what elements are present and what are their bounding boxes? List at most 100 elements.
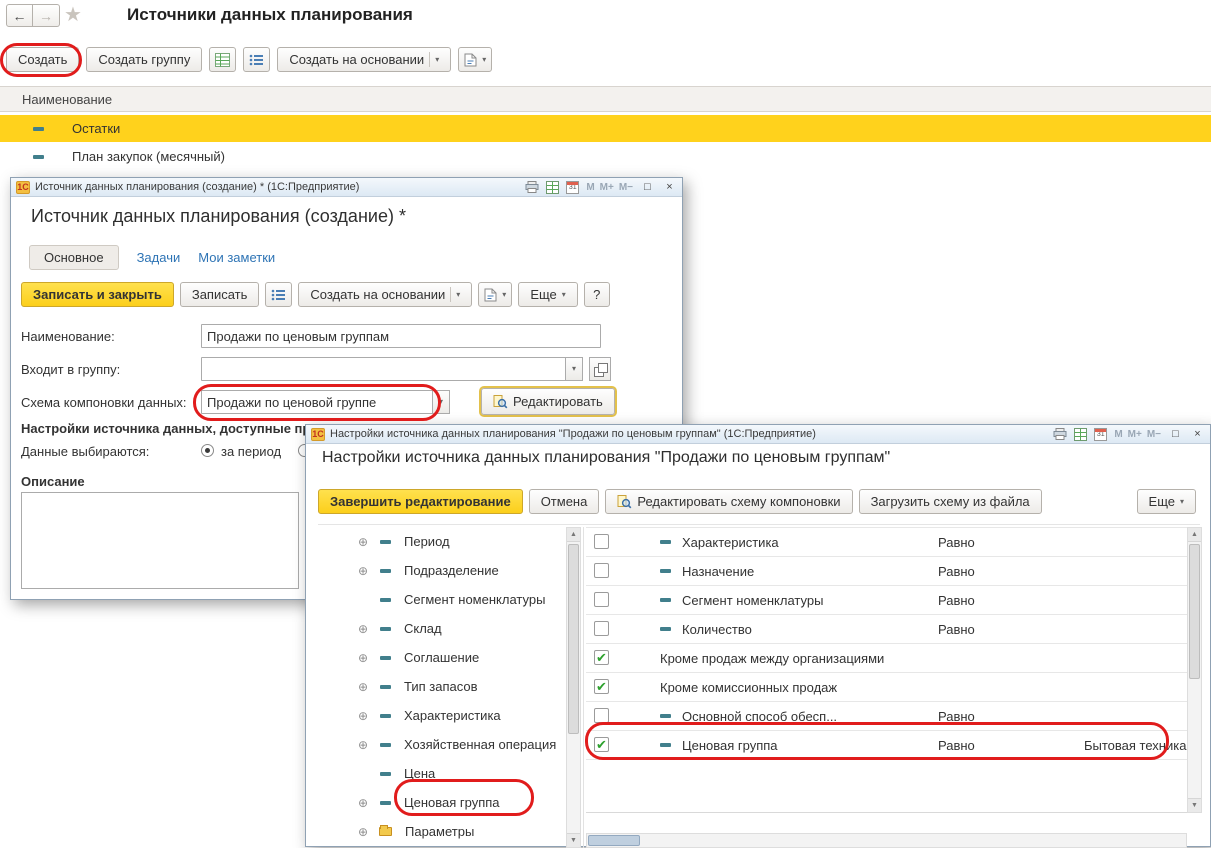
tab-tasks[interactable]: Задачи <box>137 250 181 265</box>
scrollbar-thumb[interactable] <box>1189 544 1200 679</box>
load-scheme-from-file-button[interactable]: Загрузить схему из файла <box>859 489 1042 514</box>
tree-item[interactable]: ⊕ Тип запасов <box>318 672 566 701</box>
condition-row-price-group[interactable]: ✔ Ценовая группа Равно Бытовая техника <box>586 731 1187 760</box>
scroll-down-icon[interactable]: ▼ <box>567 833 580 847</box>
conditions-hscrollbar[interactable] <box>586 833 1187 848</box>
print-icon[interactable] <box>1053 428 1067 440</box>
list-header-name-column[interactable]: Наименование <box>0 86 1211 112</box>
more-button[interactable]: Еще ▾ <box>518 282 577 307</box>
print-icon[interactable] <box>525 181 539 193</box>
condition-row[interactable]: Характеристика Равно <box>586 528 1187 557</box>
panel-splitter[interactable] <box>583 527 584 848</box>
condition-row[interactable]: Сегмент номенклатуры Равно <box>586 586 1187 615</box>
create-group-button[interactable]: Создать группу <box>86 47 202 72</box>
memory-m-minus[interactable]: M− <box>1147 429 1161 440</box>
scheme-input[interactable] <box>201 390 433 414</box>
condition-row[interactable]: ✔ Кроме комиссионных продаж <box>586 673 1187 702</box>
radio-for-period[interactable] <box>201 444 214 457</box>
more-button[interactable]: Еще ▾ <box>1137 489 1196 514</box>
memory-m[interactable]: M <box>1114 429 1122 440</box>
close-button[interactable]: × <box>1190 428 1205 440</box>
back-button[interactable]: ← <box>6 4 33 27</box>
description-textarea[interactable] <box>21 492 299 589</box>
scroll-up-icon[interactable]: ▲ <box>1188 528 1201 542</box>
report-menu-button[interactable]: ▾ <box>478 282 512 307</box>
favorite-star-icon[interactable]: ★ <box>64 2 82 27</box>
checkbox-checked[interactable]: ✔ <box>594 737 609 752</box>
tree-item[interactable]: ⊕ Хозяйственная операция <box>318 730 566 759</box>
tree-item[interactable]: ⊕ Период <box>318 527 566 556</box>
checkbox-unchecked[interactable] <box>594 621 609 636</box>
help-button[interactable]: ? <box>584 282 610 307</box>
window-titlebar[interactable]: 1С Источник данных планирования (создани… <box>11 178 682 197</box>
checkbox-unchecked[interactable] <box>594 563 609 578</box>
condition-row[interactable]: Назначение Равно <box>586 557 1187 586</box>
expand-icon[interactable]: ⊕ <box>356 536 370 548</box>
scroll-down-icon[interactable]: ▼ <box>1188 798 1201 812</box>
expand-icon[interactable]: ⊕ <box>356 623 370 635</box>
forward-button[interactable]: → <box>33 4 60 27</box>
expand-icon[interactable]: ⊕ <box>356 710 370 722</box>
spreadsheet-icon[interactable] <box>546 181 559 194</box>
expand-icon[interactable]: ⊕ <box>356 565 370 577</box>
condition-row[interactable]: Количество Равно <box>586 615 1187 644</box>
edit-composition-scheme-button[interactable]: Редактировать схему компоновки <box>605 489 852 514</box>
checkbox-checked[interactable]: ✔ <box>594 679 609 694</box>
tree-item-price-group[interactable]: ⊕ Ценовая группа <box>318 788 566 817</box>
tree-item[interactable]: ⊕ Соглашение <box>318 643 566 672</box>
save-and-close-button[interactable]: Записать и закрыть <box>21 282 174 307</box>
parent-group-input[interactable] <box>201 357 566 381</box>
expand-icon[interactable]: ⊕ <box>356 826 370 838</box>
tree-scrollbar[interactable]: ▲ ▼ <box>566 527 581 848</box>
tree-item[interactable]: ⊕ Цена <box>318 759 566 788</box>
tree-item-parameters[interactable]: ⊕ Параметры <box>318 817 566 846</box>
tree-item[interactable]: ⊕ Подразделение <box>318 556 566 585</box>
parent-group-dropdown-button[interactable]: ▾ <box>565 357 583 381</box>
expand-icon[interactable]: ⊕ <box>356 797 370 809</box>
edit-scheme-button[interactable]: Редактировать <box>481 388 615 415</box>
calculator-memory-buttons[interactable]: M M+ M− <box>1114 429 1161 440</box>
memory-m[interactable]: M <box>586 182 594 193</box>
save-button[interactable]: Записать <box>180 282 260 307</box>
maximize-button[interactable]: □ <box>640 181 655 193</box>
parent-group-choose-button[interactable] <box>589 357 611 381</box>
maximize-button[interactable]: □ <box>1168 428 1183 440</box>
window-titlebar[interactable]: 1С Настройки источника данных планирован… <box>306 425 1210 444</box>
name-input[interactable] <box>201 324 601 348</box>
expand-icon[interactable]: ⊕ <box>356 739 370 751</box>
configure-list-button[interactable] <box>265 282 292 307</box>
output-list-button[interactable] <box>209 47 236 72</box>
condition-row[interactable]: Основной способ обесп... Равно <box>586 702 1187 731</box>
tree-item[interactable]: ⊕ Характеристика <box>318 701 566 730</box>
radio-for-period-label[interactable]: за период <box>221 444 281 459</box>
condition-row[interactable]: ✔ Кроме продаж между организациями <box>586 644 1187 673</box>
report-menu-button[interactable]: ▾ <box>458 47 492 72</box>
configure-list-button[interactable] <box>243 47 270 72</box>
checkbox-unchecked[interactable] <box>594 708 609 723</box>
memory-m-plus[interactable]: M+ <box>1128 429 1142 440</box>
list-row[interactable]: План закупок (месячный) <box>0 143 1211 170</box>
tab-my-notes[interactable]: Мои заметки <box>198 250 275 265</box>
scrollbar-thumb[interactable] <box>588 835 640 846</box>
spreadsheet-icon[interactable] <box>1074 428 1087 441</box>
memory-m-plus[interactable]: M+ <box>600 182 614 193</box>
close-button[interactable]: × <box>662 181 677 193</box>
calculator-memory-buttons[interactable]: M M+ M− <box>586 182 633 193</box>
calendar-icon[interactable]: 31 <box>1094 428 1107 441</box>
checkbox-unchecked[interactable] <box>594 534 609 549</box>
checkbox-unchecked[interactable] <box>594 592 609 607</box>
conditions-scrollbar[interactable]: ▲ ▼ <box>1187 527 1202 813</box>
tree-item[interactable]: ⊕ Сегмент номенклатуры <box>318 585 566 614</box>
create-based-on-button[interactable]: Создать на основании ▾ <box>277 47 451 72</box>
tab-main[interactable]: Основное <box>29 245 119 270</box>
tree-item[interactable]: ⊕ Склад <box>318 614 566 643</box>
scrollbar-thumb[interactable] <box>568 544 579 734</box>
create-button[interactable]: Создать <box>6 47 79 72</box>
create-based-on-button[interactable]: Создать на основании ▾ <box>298 282 472 307</box>
finish-editing-button[interactable]: Завершить редактирование <box>318 489 523 514</box>
calendar-icon[interactable]: 31 <box>566 181 579 194</box>
memory-m-minus[interactable]: M− <box>619 182 633 193</box>
scroll-up-icon[interactable]: ▲ <box>567 528 580 542</box>
expand-icon[interactable]: ⊕ <box>356 652 370 664</box>
checkbox-checked[interactable]: ✔ <box>594 650 609 665</box>
